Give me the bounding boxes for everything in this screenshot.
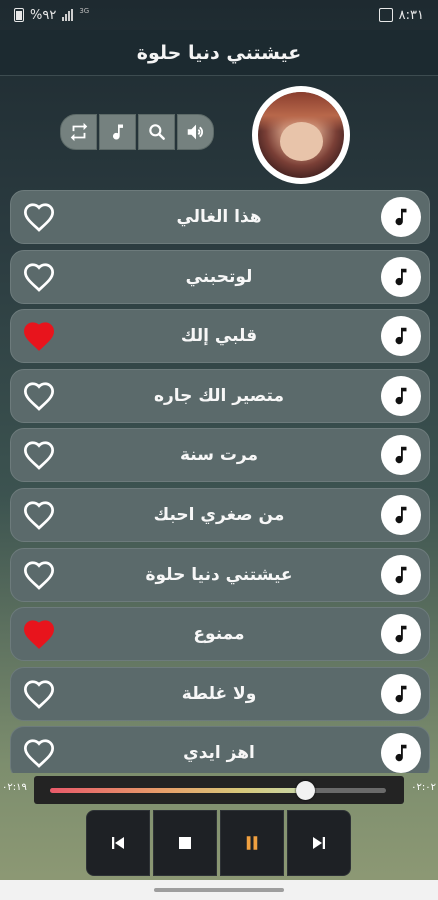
- song-row[interactable]: قلبي إلك: [10, 309, 430, 364]
- heart-outline-icon[interactable]: [21, 677, 57, 711]
- music-button[interactable]: [99, 114, 136, 150]
- previous-icon: [112, 837, 124, 849]
- heart-outline-icon[interactable]: [21, 200, 57, 234]
- heart-outline-icon[interactable]: [21, 736, 57, 770]
- song-list: هذا الغالي لوتحبني قلبي إلك متصير الك جاره م…: [10, 190, 430, 773]
- previous-button[interactable]: [86, 810, 150, 876]
- song-title: مرت سنة: [179, 445, 259, 466]
- play-song-button[interactable]: [381, 614, 421, 655]
- stop-button[interactable]: [153, 810, 217, 876]
- music-note-icon: [395, 268, 407, 285]
- song-title: قلبي إلك: [180, 326, 258, 347]
- song-row[interactable]: ممنوع: [10, 607, 430, 662]
- heart-outline-icon[interactable]: [21, 438, 57, 472]
- play-song-button[interactable]: [381, 673, 421, 714]
- heart-outline-icon[interactable]: [21, 498, 57, 532]
- song-title: ممنوع: [193, 624, 245, 645]
- heart-outline-icon[interactable]: [21, 260, 57, 294]
- player-panel: ٠٢:١٩ ٠٢:٠٢: [0, 772, 438, 882]
- toolbar: [60, 114, 214, 150]
- playback-controls: [86, 810, 351, 876]
- seek-bar[interactable]: [34, 776, 404, 804]
- play-song-button[interactable]: [381, 494, 421, 535]
- status-left: %٩٢ 3G: [14, 7, 90, 23]
- search-button[interactable]: [138, 114, 175, 150]
- play-song-button[interactable]: [381, 733, 421, 773]
- seek-track[interactable]: [50, 781, 386, 800]
- next-button[interactable]: [287, 810, 351, 876]
- album-art-avatar: [252, 86, 350, 184]
- status-bar: %٩٢ 3G ٨:٣١: [0, 0, 438, 30]
- song-row[interactable]: لوتحبني: [10, 249, 430, 304]
- network-label: 3G: [79, 7, 90, 15]
- volume-icon: [187, 124, 203, 140]
- next-icon: [313, 837, 325, 849]
- singer-photo: [258, 92, 344, 178]
- heart-outline-icon[interactable]: [21, 379, 57, 413]
- clock: ٨:٣١: [398, 7, 424, 23]
- play-song-button[interactable]: [381, 435, 421, 476]
- search-icon: [148, 124, 165, 140]
- play-song-button[interactable]: [381, 375, 421, 416]
- music-note-icon: [395, 566, 407, 583]
- play-song-button[interactable]: [381, 256, 421, 297]
- seek-progress: [50, 788, 306, 793]
- elapsed-time: ٠٢:١٩: [2, 782, 27, 793]
- music-note-icon: [395, 506, 407, 524]
- play-song-button[interactable]: [381, 197, 421, 237]
- music-note-icon: [395, 625, 407, 643]
- music-note-icon: [395, 745, 407, 762]
- music-note-icon: [112, 124, 123, 140]
- song-title: من صغري احبك: [153, 504, 285, 525]
- music-note-icon: [395, 327, 407, 345]
- song-row[interactable]: هذا الغالي: [10, 190, 430, 244]
- header-area: [0, 80, 438, 185]
- song-row[interactable]: اهز ايدي: [10, 726, 430, 773]
- music-note-icon: [395, 387, 407, 405]
- repeat-button[interactable]: [60, 114, 97, 150]
- system-nav-bar: [0, 880, 438, 900]
- battery-icon: [14, 8, 24, 22]
- play-song-button[interactable]: [381, 316, 421, 357]
- song-title: ولا غلطة: [181, 683, 257, 704]
- song-row[interactable]: عيشتني دنيا حلوة: [10, 547, 430, 602]
- heart-outline-icon[interactable]: [21, 558, 57, 592]
- app-title: عيشتني دنيا حلوة: [0, 30, 438, 76]
- pause-button[interactable]: [220, 810, 284, 876]
- song-title: عيشتني دنيا حلوة: [145, 564, 293, 585]
- song-title: هذا الغالي: [176, 207, 262, 227]
- play-song-button[interactable]: [381, 554, 421, 595]
- song-row[interactable]: من صغري احبك: [10, 487, 430, 542]
- pause-icon: [246, 836, 258, 850]
- heart-filled-icon[interactable]: [21, 319, 57, 353]
- song-title: لوتحبني: [185, 266, 253, 287]
- status-right: ٨:٣١: [378, 7, 424, 23]
- stop-icon: [179, 837, 191, 849]
- total-duration: ٠٢:٠٢: [411, 782, 436, 793]
- music-note-icon: [395, 208, 407, 226]
- song-title: متصير الك جاره: [153, 385, 285, 406]
- song-row[interactable]: ولا غلطة: [10, 666, 430, 721]
- battery-level: %٩٢: [30, 7, 57, 23]
- heart-filled-icon[interactable]: [21, 617, 57, 651]
- song-title: اهز ايدي: [183, 743, 255, 764]
- song-row[interactable]: متصير الك جاره: [10, 368, 430, 423]
- music-note-icon: [395, 447, 407, 464]
- signal-icon: [62, 9, 74, 21]
- song-row[interactable]: مرت سنة: [10, 428, 430, 483]
- home-indicator[interactable]: [154, 888, 284, 892]
- seek-thumb[interactable]: [296, 781, 316, 800]
- notification-icon: [378, 8, 393, 22]
- volume-button[interactable]: [177, 114, 214, 150]
- music-note-icon: [395, 685, 407, 703]
- repeat-icon: [70, 122, 87, 142]
